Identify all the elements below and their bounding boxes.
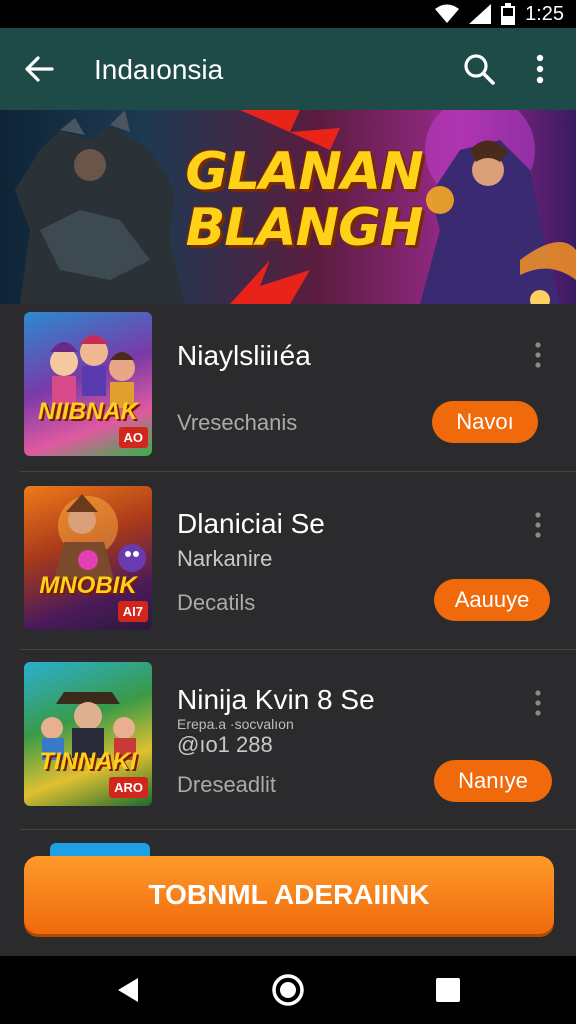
app-thumbnail[interactable]: NIIBNAK AO [24, 312, 152, 456]
list-item[interactable]: TINNAKI ARO Ninija Kvin 8 Se Erepa.a ·so… [20, 650, 576, 830]
install-button[interactable]: Navoı [432, 401, 538, 443]
app-details: Vresechanis [177, 410, 298, 435]
app-name: Ninija Kvin 8 Se [177, 684, 375, 715]
page-title: Indaıonsia [94, 54, 224, 85]
thumbnail-logo: NIIBNAK [38, 398, 138, 425]
age-badge: AI7 [117, 601, 148, 622]
thumbnail-logo: MNOBIK [39, 572, 137, 599]
app-details: Dreseadlit [177, 772, 277, 797]
navigation-bar [0, 956, 576, 1024]
battery-icon [501, 3, 516, 25]
wifi-icon [435, 4, 460, 23]
app-name: Dlaniciai Se [177, 508, 325, 539]
app-name: Niaylsliiıéa [177, 340, 311, 371]
nav-home-icon[interactable] [270, 972, 306, 1008]
app-thumbnail[interactable]: MNOBIK AI7 [24, 486, 152, 630]
more-vertical-icon[interactable] [528, 52, 552, 86]
status-time: 1:25 [525, 2, 564, 25]
age-badge: AO [118, 427, 148, 448]
banner-title: GLANAN BLANGH [184, 144, 424, 256]
install-button[interactable]: Nanıye [434, 760, 552, 802]
app-subtitle: Narkanire [177, 546, 273, 571]
app-rating: @ıo1 288 [177, 732, 273, 757]
nav-back-icon[interactable] [110, 972, 146, 1008]
list-item[interactable]: NIIBNAK AO Niaylsliiıéa Vresechanis Navo… [20, 304, 576, 472]
primary-cta-button[interactable]: TOBNML ADERAIINK [24, 856, 554, 934]
arrow-left-icon[interactable] [22, 52, 56, 86]
app-details: Decatils [177, 590, 256, 615]
install-button[interactable]: Aauuye [434, 579, 550, 621]
banner-title-line2: BLANGH [185, 198, 424, 258]
promo-banner[interactable]: GLANAN BLANGH [0, 110, 576, 304]
banner-title-line1: GLANAN [185, 142, 423, 202]
app-bar: Indaıonsia [0, 28, 576, 110]
thumbnail-logo: TINNAKI [39, 748, 137, 775]
app-developer: Erepa.a ·socvalıon [177, 716, 294, 732]
status-icons: 1:25 [435, 0, 564, 28]
more-vertical-icon[interactable] [528, 340, 548, 370]
signal-icon [469, 4, 492, 24]
age-badge: ARO [109, 777, 148, 798]
status-bar: 1:25 [0, 0, 576, 28]
nav-recents-icon[interactable] [430, 972, 466, 1008]
app-thumbnail[interactable]: TINNAKI ARO [24, 662, 152, 806]
more-vertical-icon[interactable] [528, 688, 548, 718]
list-item[interactable]: MNOBIK AI7 Dlaniciai Se Narkanire Decati… [20, 472, 576, 650]
more-vertical-icon[interactable] [528, 510, 548, 540]
search-icon[interactable] [462, 52, 496, 86]
